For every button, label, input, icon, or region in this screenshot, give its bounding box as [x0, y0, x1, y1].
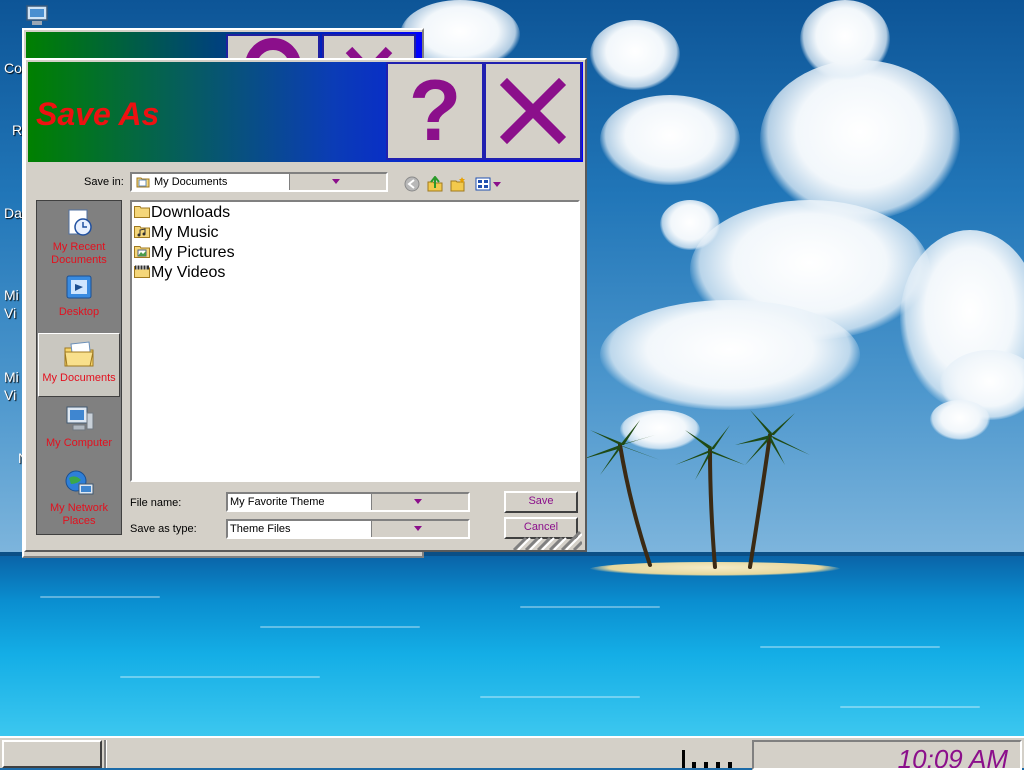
- place-label: Desktop: [58, 306, 100, 318]
- my-documents-small-icon: [136, 177, 150, 188]
- network-places-icon: [65, 470, 94, 495]
- desktop-icon-label[interactable]: R: [12, 122, 22, 138]
- resize-grip-icon[interactable]: [504, 522, 582, 550]
- start-button[interactable]: [2, 740, 102, 768]
- close-button[interactable]: [484, 62, 582, 160]
- up-folder-icon[interactable]: [427, 176, 443, 192]
- save-button[interactable]: Save: [504, 491, 578, 513]
- pictures-folder-icon: [134, 246, 150, 258]
- file-name-label: File name:: [130, 497, 182, 509]
- place-my-network-places[interactable]: My Network Places: [38, 464, 120, 528]
- chevron-down-icon: [414, 499, 422, 504]
- palm-trees: [580, 410, 810, 569]
- new-folder-icon[interactable]: [450, 176, 466, 192]
- save-as-type-value: Theme Files: [230, 523, 291, 535]
- sea: [0, 556, 1024, 736]
- save-as-dialog: Save As ? Save in: My Documents My Recen…: [24, 58, 587, 552]
- save-in-label: Save in:: [84, 176, 124, 188]
- list-item[interactable]: My Pictures: [134, 244, 235, 264]
- dialog-title: Save As: [36, 96, 160, 132]
- file-name: My Videos: [151, 264, 226, 281]
- file-name: My Pictures: [151, 244, 235, 261]
- save-in-dropdown[interactable]: My Documents: [130, 172, 388, 192]
- save-in-value: My Documents: [154, 176, 228, 188]
- place-label: My Computer: [45, 437, 113, 449]
- taskbar: 10:09 AM: [0, 736, 1024, 770]
- music-folder-icon: [134, 226, 150, 238]
- file-name-input[interactable]: My Favorite Theme: [226, 492, 470, 512]
- my-computer-desktop-icon[interactable]: [24, 4, 54, 28]
- save-as-type-dropdown[interactable]: Theme Files: [226, 519, 470, 539]
- place-desktop[interactable]: Desktop: [38, 268, 120, 332]
- dialog-titlebar[interactable]: Save As ?: [28, 62, 583, 162]
- place-label: My Network Places: [49, 502, 109, 527]
- my-computer-icon: [66, 406, 94, 431]
- cloud: [660, 200, 720, 250]
- file-name: My Music: [151, 224, 219, 241]
- chevron-down-icon: [414, 526, 422, 531]
- help-button[interactable]: ?: [386, 62, 484, 160]
- file-name: Downloads: [151, 204, 231, 221]
- desktop-icon-label[interactable]: Mi Vi: [4, 286, 22, 322]
- place-my-computer[interactable]: My Computer: [38, 399, 120, 463]
- taskbar-separator: [104, 740, 107, 768]
- save-as-type-dropdown-button[interactable]: [371, 521, 468, 537]
- desktop-icon-label[interactable]: Mi Vi: [4, 368, 22, 404]
- place-my-documents[interactable]: My Documents: [38, 333, 120, 397]
- save-as-type-label: Save as type:: [130, 523, 197, 535]
- file-name-value[interactable]: My Favorite Theme: [230, 496, 325, 508]
- desktop-icon-label[interactable]: Co: [4, 60, 22, 76]
- view-menu-icon[interactable]: [475, 176, 503, 192]
- back-icon[interactable]: [404, 176, 420, 192]
- system-tray-icons[interactable]: [680, 748, 740, 768]
- places-bar: My Recent Documents Desktop My Documents…: [36, 200, 122, 535]
- place-label: My Documents: [42, 372, 116, 384]
- place-label: My Recent Documents: [51, 241, 107, 266]
- file-list[interactable]: Downloads My Music My Pictures My Videos: [130, 200, 580, 482]
- cloud: [590, 20, 680, 90]
- cloud: [600, 300, 860, 410]
- close-x-icon: [499, 77, 567, 145]
- videos-folder-icon: [134, 265, 150, 278]
- cloud: [930, 400, 990, 440]
- place-my-recent-documents[interactable]: My Recent Documents: [38, 203, 120, 267]
- folder-icon: [134, 206, 150, 218]
- recent-documents-icon: [68, 209, 92, 236]
- file-name-dropdown-button[interactable]: [371, 494, 468, 510]
- list-item[interactable]: My Music: [134, 224, 219, 244]
- cloud: [600, 95, 740, 185]
- list-item[interactable]: My Videos: [134, 264, 225, 284]
- cloud: [800, 0, 890, 80]
- list-item[interactable]: Downloads: [134, 204, 230, 224]
- desktop-icon: [66, 275, 92, 299]
- chevron-down-icon: [332, 179, 340, 184]
- cloud: [760, 60, 960, 220]
- desktop-icon-label[interactable]: Da: [4, 205, 22, 221]
- my-documents-icon: [64, 341, 94, 367]
- taskbar-clock[interactable]: 10:09 AM: [752, 740, 1022, 770]
- save-in-dropdown-button[interactable]: [289, 174, 386, 190]
